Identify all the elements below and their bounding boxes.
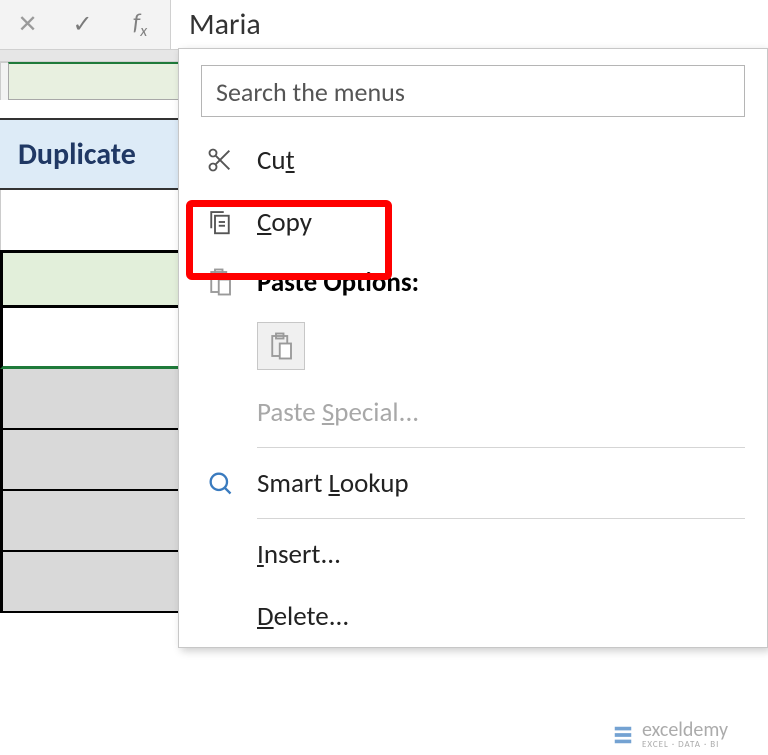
watermark-brand: exceldemy: [642, 720, 728, 740]
copy-icon: [197, 207, 243, 237]
smart-lookup-menu-item[interactable]: Smart Lookup: [179, 452, 767, 514]
clipboard-icon: [197, 267, 243, 297]
context-menu: Search the menus Cut Copy: [178, 48, 768, 648]
menu-item-label: Smart Lookup: [257, 467, 409, 500]
paste-special-menu-item: Paste Special...: [179, 381, 767, 443]
paste-options-header: Paste Options:: [179, 253, 767, 311]
copy-menu-item[interactable]: Copy: [179, 191, 767, 253]
scissors-icon: [197, 146, 243, 174]
search-input[interactable]: Search the menus: [201, 65, 745, 117]
menu-item-label: Cut: [257, 144, 295, 177]
watermark-sub: EXCEL · DATA · BI: [642, 740, 728, 749]
menu-item-label: Delete...: [257, 600, 349, 633]
paste-option-button[interactable]: [257, 322, 305, 370]
cut-menu-item[interactable]: Cut: [179, 129, 767, 191]
insert-menu-item[interactable]: Insert...: [179, 523, 767, 585]
menu-item-label: Copy: [257, 206, 312, 239]
menu-separator: [257, 447, 745, 448]
delete-menu-item[interactable]: Delete...: [179, 585, 767, 647]
paste-options-row: [179, 311, 767, 381]
smart-lookup-icon: [197, 469, 243, 497]
watermark: exceldemy EXCEL · DATA · BI: [610, 720, 728, 749]
menu-item-label: Paste Options:: [257, 266, 419, 299]
formula-input[interactable]: Maria: [170, 0, 768, 49]
formula-bar: ✕ ✓ fx Maria: [0, 0, 768, 50]
cancel-button[interactable]: ✕: [0, 0, 55, 49]
brand-icon: [610, 722, 636, 748]
menu-item-label: Insert...: [257, 538, 341, 571]
fx-label[interactable]: fx: [110, 8, 170, 41]
menu-separator: [257, 518, 745, 519]
menu-item-label: Paste Special...: [257, 396, 419, 429]
clipboard-paste-icon: [266, 331, 296, 361]
confirm-button[interactable]: ✓: [55, 0, 110, 49]
